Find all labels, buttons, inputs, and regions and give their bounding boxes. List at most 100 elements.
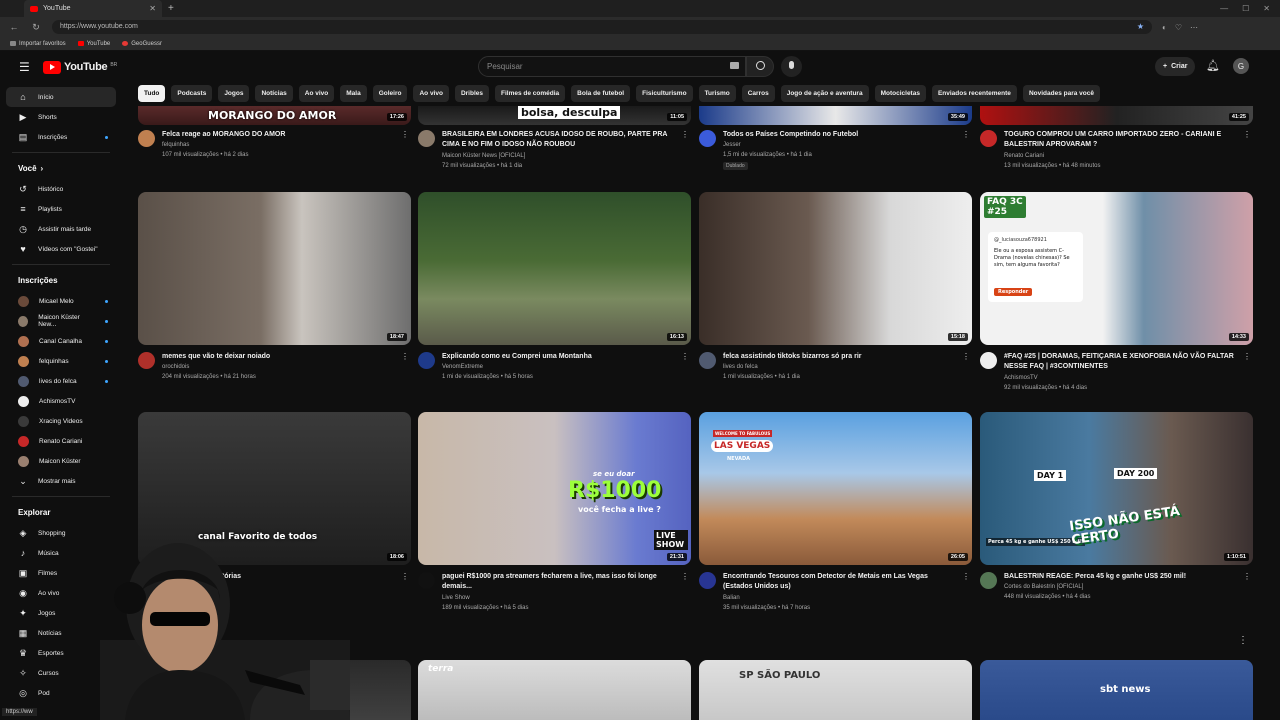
- channel-name[interactable]: Maicon Küster News [OFICIAL]: [442, 153, 525, 159]
- sidebar-item[interactable]: ▤ Inscrições: [6, 127, 116, 147]
- video-thumbnail[interactable]: 35:49: [699, 106, 972, 125]
- chip-12[interactable]: Turismo: [698, 85, 736, 102]
- video-thumbnail[interactable]: sbt news: [980, 660, 1253, 720]
- channel-avatar[interactable]: [699, 352, 716, 369]
- account-avatar[interactable]: G: [1233, 58, 1249, 74]
- url-field[interactable]: https://www.youtube.com ★: [52, 20, 1152, 34]
- video-thumbnail[interactable]: MORANGO DO AMOR 17:26: [138, 106, 411, 125]
- chip-17[interactable]: Novidades para você: [1022, 85, 1100, 102]
- video-thumbnail[interactable]: bolsa, desculpa 11:05: [418, 106, 691, 125]
- channel-name[interactable]: Jesser: [723, 142, 741, 148]
- create-button[interactable]: + Criar: [1155, 57, 1196, 76]
- sidebar-section-heading[interactable]: Você ›: [6, 157, 116, 179]
- chip-13[interactable]: Carros: [741, 85, 775, 102]
- chip-10[interactable]: Bola de futebol: [571, 85, 631, 102]
- video-title[interactable]: felca assistindo tiktoks bizarros só pra…: [723, 352, 958, 362]
- video-thumbnail[interactable]: 18:47: [138, 192, 411, 345]
- channel-name[interactable]: VenomExtreme: [442, 364, 483, 370]
- subscription-item[interactable]: Micael Melo: [6, 291, 116, 311]
- chip-1[interactable]: Podcasts: [171, 85, 213, 102]
- video-thumbnail[interactable]: se eu doar R$1000 você fecha a live ? LIVE …: [418, 412, 691, 565]
- channel-avatar[interactable]: [418, 130, 435, 147]
- subscription-item[interactable]: Canal Canalha: [6, 331, 116, 351]
- chip-6[interactable]: Goleiro: [372, 85, 408, 102]
- channel-name[interactable]: AchismosTV: [1004, 375, 1038, 381]
- chip-8[interactable]: Dribles: [454, 85, 489, 102]
- bookmark-youtube[interactable]: YouTube: [77, 41, 110, 47]
- chip-14[interactable]: Jogo de ação e aventura: [780, 85, 869, 102]
- chip-7[interactable]: Ao vivo: [413, 85, 449, 102]
- more-actions-icon[interactable]: ⋮: [681, 352, 689, 361]
- subscription-item[interactable]: Renato Cariani: [6, 431, 116, 451]
- subscription-item[interactable]: Maicon Küster: [6, 451, 116, 471]
- channel-avatar[interactable]: [138, 130, 155, 147]
- chip-11[interactable]: Fisiculturismo: [636, 85, 693, 102]
- video-title[interactable]: Explicando como eu Comprei uma Montanha: [442, 352, 677, 362]
- video-title[interactable]: #FAQ #25 | DORAMAS, FEITIÇARIA E XENOFOB…: [1004, 352, 1239, 372]
- more-actions-icon[interactable]: ⋮: [1243, 572, 1251, 581]
- close-tab-icon[interactable]: ✕: [149, 4, 156, 13]
- maximize-icon[interactable]: ☐: [1242, 4, 1249, 13]
- channel-name[interactable]: Renato Cariani: [1004, 153, 1044, 159]
- video-thumbnail[interactable]: FAQ 3C #25 @_luciasouza678921 Ele ou a esp…: [980, 192, 1253, 345]
- bookmark-geoguessr[interactable]: GeoGuessr: [122, 41, 162, 47]
- notifications-bell-icon[interactable]: 🔔︎: [1206, 59, 1220, 72]
- channel-name[interactable]: Live Show: [442, 595, 470, 601]
- search-input[interactable]: Pesquisar: [478, 56, 746, 77]
- video-title[interactable]: BRASILEIRA EM LONDRES ACUSA IDOSO DE ROU…: [442, 130, 677, 150]
- more-actions-icon[interactable]: ⋮: [401, 352, 409, 361]
- show-more-button[interactable]: ⌄ Mostrar mais: [6, 471, 116, 491]
- voice-search-button[interactable]: [781, 56, 802, 77]
- video-title[interactable]: memes que vão te deixar noiado: [162, 352, 397, 362]
- video-title[interactable]: Encontrando Tesouros com Detector de Met…: [723, 572, 958, 592]
- channel-avatar[interactable]: [138, 352, 155, 369]
- chip-5[interactable]: Mala: [340, 85, 367, 102]
- search-button[interactable]: [746, 56, 774, 77]
- chip-3[interactable]: Notícias: [255, 85, 293, 102]
- hamburger-menu-icon[interactable]: ☰: [19, 60, 31, 74]
- more-actions-icon[interactable]: ⋮: [1243, 352, 1251, 361]
- video-thumbnail[interactable]: DAY 1 DAY 200 Perca 45 kg e ganhe US$ 250 …: [980, 412, 1253, 565]
- channel-avatar[interactable]: [418, 352, 435, 369]
- channel-name[interactable]: orochidois: [162, 364, 189, 370]
- channel-name[interactable]: Cortes do Balestrin [OFICIAL]: [1004, 584, 1083, 590]
- subscription-item[interactable]: felquinhas: [6, 351, 116, 371]
- video-thumbnail[interactable]: WELCOME TO FABULOUS LAS VEGAS NEVADA 26:05: [699, 412, 972, 565]
- channel-avatar[interactable]: [980, 130, 997, 147]
- channel-avatar[interactable]: [980, 572, 997, 589]
- video-title[interactable]: BALESTRIN REAGE: Perca 45 kg e ganhe US$…: [1004, 572, 1239, 582]
- channel-name[interactable]: lives do felca: [723, 364, 758, 370]
- channel-avatar[interactable]: [980, 352, 997, 369]
- chip-16[interactable]: Enviados recentemente: [931, 85, 1017, 102]
- channel-name[interactable]: Balian: [723, 595, 740, 601]
- video-thumbnail[interactable]: 41:25: [980, 106, 1253, 125]
- more-actions-icon[interactable]: ⋮: [962, 352, 970, 361]
- shelf-more-icon[interactable]: ⋮: [1238, 635, 1248, 646]
- back-icon[interactable]: ←: [8, 22, 20, 32]
- new-tab-icon[interactable]: +: [168, 3, 174, 14]
- sidebar-item[interactable]: ▶ Shorts: [6, 107, 116, 127]
- subscription-item[interactable]: Maicon Küster New...: [6, 311, 116, 331]
- reload-icon[interactable]: ↻: [30, 22, 42, 33]
- more-actions-icon[interactable]: ⋮: [401, 130, 409, 139]
- sidebar-item[interactable]: ≡ Playlists: [6, 199, 116, 219]
- sidebar-item[interactable]: ◷ Assistir mais tarde: [6, 219, 116, 239]
- sidebar-item[interactable]: ⌂ Início: [6, 87, 116, 107]
- chip-15[interactable]: Motocicletas: [874, 85, 926, 102]
- video-title[interactable]: Todos os Países Competindo no Futebol: [723, 130, 958, 140]
- more-actions-icon[interactable]: ⋮: [681, 130, 689, 139]
- video-title[interactable]: TOGURO COMPROU UM CARRO IMPORTADO ZERO -…: [1004, 130, 1239, 150]
- sidebar-item[interactable]: ♥ Vídeos com "Gostei": [6, 239, 116, 259]
- window-close-icon[interactable]: ✕: [1263, 4, 1270, 13]
- video-thumbnail[interactable]: 15:18: [699, 192, 972, 345]
- video-title[interactable]: paguei R$1000 pra streamers fecharem a l…: [442, 572, 677, 592]
- chip-2[interactable]: Jogos: [218, 85, 250, 102]
- more-actions-icon[interactable]: ⋮: [681, 572, 689, 581]
- more-actions-icon[interactable]: ⋮: [1243, 130, 1251, 139]
- video-thumbnail[interactable]: SP SÃO PAULO: [699, 660, 972, 720]
- browser-tab[interactable]: YouTube ✕: [24, 0, 162, 17]
- menu-dots-icon[interactable]: ⋯: [1190, 23, 1198, 32]
- chip-4[interactable]: Ao vivo: [298, 85, 335, 102]
- channel-name[interactable]: felquinhas: [162, 142, 189, 148]
- video-thumbnail[interactable]: 16:13: [418, 192, 691, 345]
